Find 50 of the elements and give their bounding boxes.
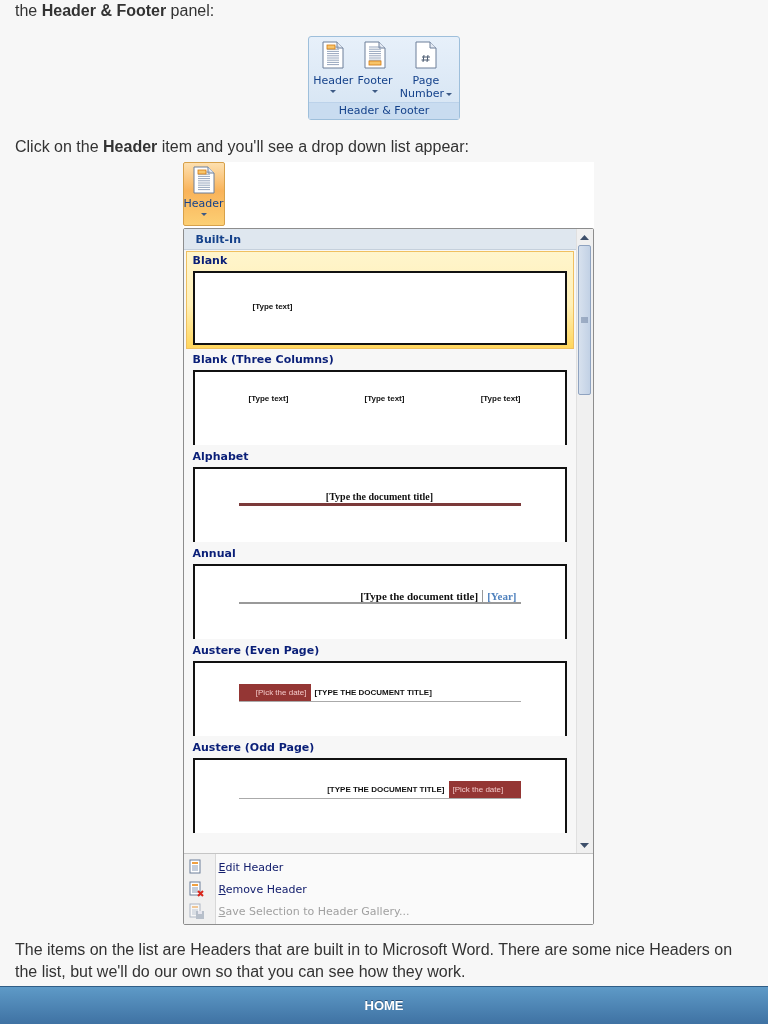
ribbon-button[interactable]: Footer	[356, 41, 394, 100]
gallery-item[interactable]: Austere (Even Page) [Pick the date] [TYPE THE DOCUMENT TITLE]	[185, 641, 574, 737]
body-text: The items on the list are Headers that are built in to Microsoft Word. There are some nice Headers on the list, but we'll do our own so that you can see how they work.	[15, 940, 734, 982]
document-delete-icon	[187, 881, 204, 897]
home-button[interactable]: HOME	[0, 986, 768, 1024]
page-number-icon	[414, 41, 437, 69]
gallery-item-label: Austere (Even Page)	[192, 644, 321, 657]
caret-icon	[445, 92, 452, 96]
title-placeholder: [TYPE THE DOCUMENT TITLE]	[313, 687, 433, 699]
group-label: Header & Footer	[309, 102, 459, 119]
ribbon-button[interactable]: Header	[312, 41, 355, 100]
gallery-item-label: Austere (Odd Page)	[192, 741, 316, 754]
caret-icon	[372, 90, 379, 93]
gallery-item[interactable]: Blank (Three Columns) [Type text] [Type text] [Type text]	[185, 350, 574, 446]
document-icon	[187, 859, 204, 875]
title-placeholder: [TYPE THE DOCUMENT TITLE]	[326, 784, 446, 796]
caret-icon	[200, 213, 207, 216]
scroll-down-icon[interactable]	[580, 843, 589, 848]
gallery-item[interactable]: Annual [Type the document title] [Year]	[185, 544, 574, 640]
gallery-item-label: Annual	[192, 547, 237, 560]
menu-item[interactable]: Remove Header	[183, 878, 593, 900]
scrollbar[interactable]	[575, 229, 593, 853]
gallery-item[interactable]: Blank [Type text]	[185, 251, 574, 349]
document-icon	[364, 41, 387, 69]
title-placeholder: [Type the document title]	[325, 491, 434, 502]
gallery-item-label: Blank	[192, 254, 229, 267]
ribbon-button[interactable]: Header	[182, 162, 225, 226]
intro-text: the Header & Footer panel:	[15, 1, 216, 21]
document-save-icon	[187, 903, 204, 919]
scroll-up-icon[interactable]	[580, 235, 589, 240]
scrollbar-thumb[interactable]	[578, 245, 591, 395]
gallery-item[interactable]: Austere (Odd Page) [TYPE THE DOCUMENT TITLE] [Pick the date]	[185, 738, 574, 834]
placeholder-text: [Type text]	[248, 394, 289, 403]
gallery-item-label: Alphabet	[192, 450, 250, 463]
date-placeholder: [Pick the date]	[238, 684, 311, 701]
gallery-item[interactable]: Alphabet [Type the document title]	[185, 447, 574, 543]
instruction-text: Click on the Header item and you'll see a drop down list appear:	[15, 137, 470, 157]
section-header: Built-In	[183, 229, 576, 250]
date-placeholder: [Pick the date]	[448, 781, 521, 798]
menu-item[interactable]: Edit Header	[183, 856, 593, 878]
document-icon	[322, 41, 345, 69]
document-icon	[192, 166, 215, 194]
title-placeholder: [Type the document title]	[360, 590, 484, 602]
placeholder-text: [Type text]	[364, 394, 405, 403]
placeholder-text: [Type text]	[480, 394, 521, 403]
year-placeholder: [Year]	[486, 590, 517, 602]
gallery-item-label: Blank (Three Columns)	[192, 353, 335, 366]
caret-icon	[330, 90, 337, 93]
placeholder-text: [Type text]	[252, 302, 293, 311]
ribbon-button[interactable]: Page Number	[395, 41, 456, 100]
